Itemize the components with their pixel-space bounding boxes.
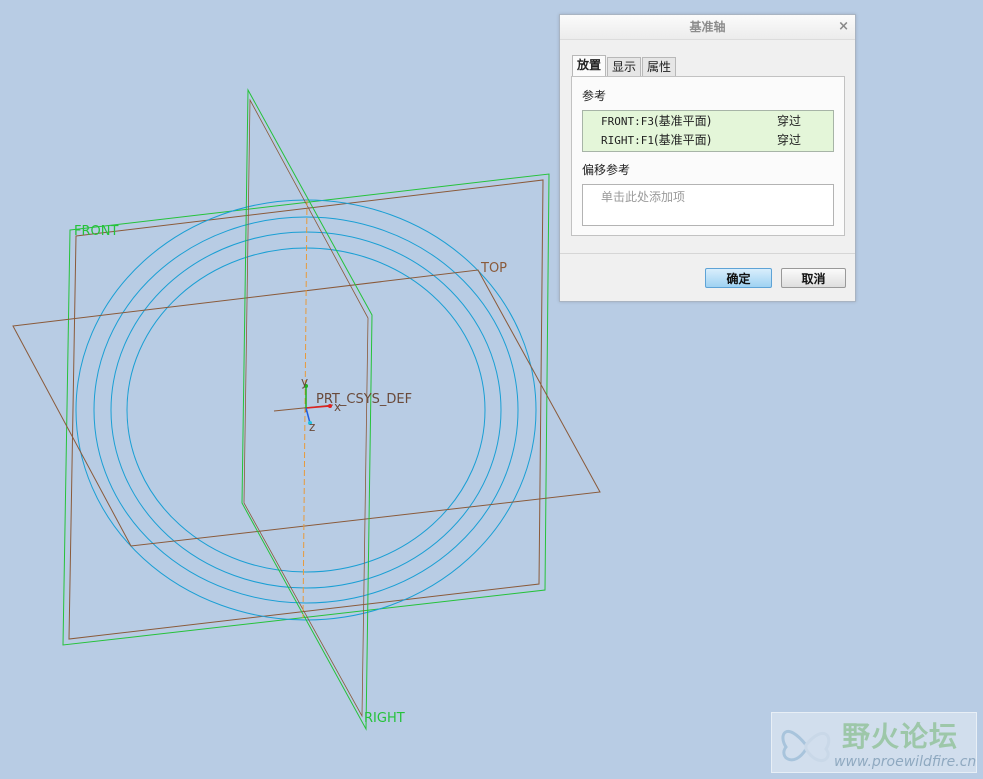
offset-references-list[interactable]: 单击此处添加项 xyxy=(582,184,834,226)
reference-constraint[interactable]: 穿过 xyxy=(777,131,801,149)
reference-name: RIGHT:F1 xyxy=(601,134,654,147)
dialog-titlebar[interactable]: 基准轴 × xyxy=(560,15,855,40)
reference-name: FRONT:F3 xyxy=(601,115,654,128)
reference-constraint[interactable]: 穿过 xyxy=(777,112,801,130)
cancel-button[interactable]: 取消 xyxy=(781,268,846,288)
right-plane-label: RIGHT xyxy=(364,711,405,726)
offset-placeholder: 单击此处添加项 xyxy=(601,190,686,204)
dialog-title: 基准轴 xyxy=(689,20,726,34)
front-plane-label: FRONT xyxy=(74,224,118,239)
tab-properties[interactable]: 属性 xyxy=(642,57,677,76)
reference-row[interactable]: FRONT:F3(基准平面) 穿过 xyxy=(583,112,833,130)
watermark-url: www.proewildfire.cn xyxy=(834,754,977,770)
watermark-title: 野火论坛 xyxy=(842,720,959,753)
csys-label: PRT_CSYS_DEF xyxy=(316,392,412,407)
tab-display[interactable]: 显示 xyxy=(607,57,642,76)
csys-y-label: y xyxy=(301,375,308,389)
forum-watermark: 野火论坛 www.proewildfire.cn xyxy=(771,712,977,773)
dialog-separator xyxy=(560,253,855,254)
top-plane-label: TOP xyxy=(480,261,507,276)
butterfly-logo-icon xyxy=(781,730,831,762)
offset-references-label: 偏移参考 xyxy=(582,163,631,177)
reference-row[interactable]: RIGHT:F1(基准平面) 穿过 xyxy=(583,131,833,149)
placement-panel: 参考 FRONT:F3(基准平面) 穿过 RIGHT:F1(基准平面) 穿过 偏… xyxy=(571,76,845,236)
dialog-tabs: 放置 显示 属性 xyxy=(572,55,677,77)
reference-suffix: (基准平面) xyxy=(653,133,712,147)
references-label: 参考 xyxy=(582,89,607,103)
ok-button[interactable]: 确定 xyxy=(705,268,772,288)
close-icon[interactable]: × xyxy=(838,15,849,39)
tab-placement[interactable]: 放置 xyxy=(572,55,607,76)
references-list[interactable]: FRONT:F3(基准平面) 穿过 RIGHT:F1(基准平面) 穿过 xyxy=(582,110,834,152)
csys-x-label: x xyxy=(334,400,341,414)
reference-suffix: (基准平面) xyxy=(653,114,712,128)
csys-z-label: z xyxy=(309,420,315,434)
datum-axis-dialog: 基准轴 × 放置 显示 属性 参考 FRONT:F3(基准平面) 穿过 RIGH… xyxy=(559,14,856,302)
